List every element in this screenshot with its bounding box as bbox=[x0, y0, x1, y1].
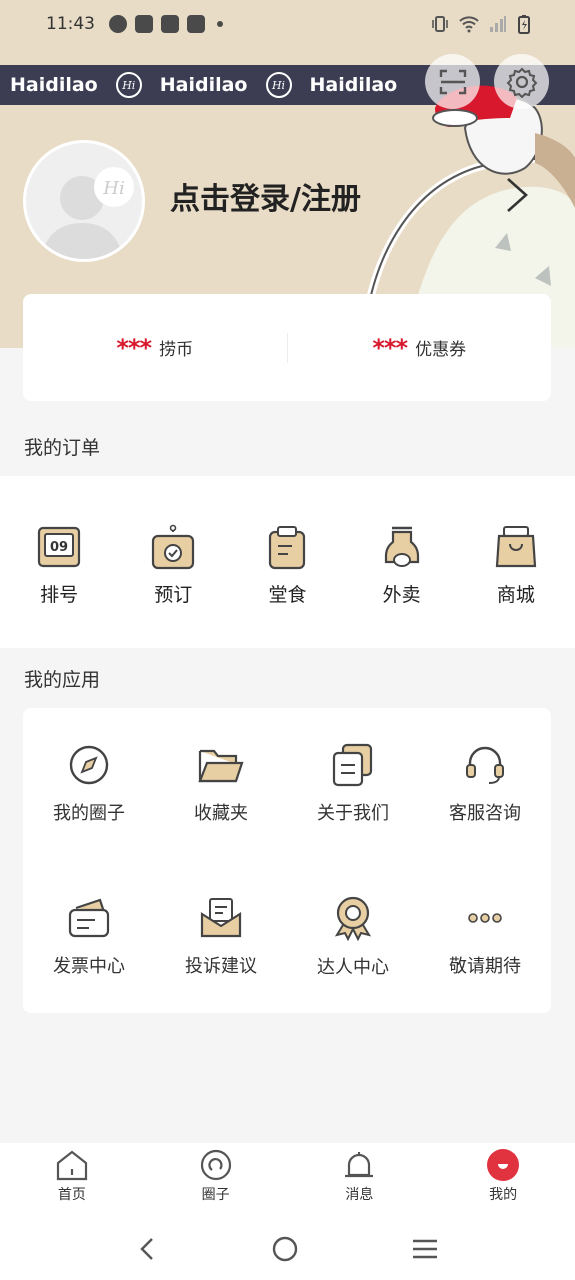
order-label: 外卖 bbox=[382, 584, 421, 606]
app-my-circle[interactable]: 我的圈子 bbox=[23, 708, 155, 861]
coins-item[interactable]: *** 捞币 bbox=[23, 334, 287, 362]
shopping-notification-icon bbox=[187, 15, 205, 33]
bell-icon bbox=[345, 1152, 374, 1178]
app-about-us[interactable]: 关于我们 bbox=[287, 708, 419, 861]
status-bar: 11:43 bbox=[0, 0, 575, 48]
coins-value: *** bbox=[116, 333, 152, 362]
app-label: 敬请期待 bbox=[449, 955, 521, 977]
wifi-icon bbox=[459, 16, 479, 33]
folder-icon bbox=[198, 750, 244, 783]
order-queue[interactable]: 09 排号 bbox=[9, 476, 109, 648]
shopping-notification-icon bbox=[161, 15, 179, 33]
app-label: 客服咨询 bbox=[449, 803, 521, 825]
circle-icon bbox=[200, 1149, 231, 1181]
vibrate-icon bbox=[432, 16, 448, 32]
app-label: 关于我们 bbox=[317, 803, 389, 825]
delivery-scooter-icon bbox=[384, 526, 419, 567]
status-time: 11:43 bbox=[46, 14, 95, 34]
coins-label: 捞币 bbox=[159, 340, 194, 360]
award-icon bbox=[334, 896, 372, 941]
app-favorites[interactable]: 收藏夹 bbox=[155, 708, 287, 861]
profile-icon bbox=[487, 1149, 520, 1181]
shopping-bag-icon bbox=[495, 526, 537, 568]
more-notifications-icon bbox=[217, 21, 223, 27]
nav-messages[interactable]: 消息 bbox=[309, 1143, 409, 1218]
app-label: 投诉建议 bbox=[185, 955, 257, 977]
order-label: 排号 bbox=[40, 584, 79, 606]
home-circle-icon[interactable] bbox=[271, 1235, 299, 1263]
login-register-link[interactable]: 点击登录/注册 bbox=[170, 174, 361, 218]
nav-label: 首页 bbox=[57, 1187, 86, 1203]
bottom-nav: 首页 圈子 消息 我的 bbox=[0, 1143, 575, 1218]
scan-icon bbox=[439, 69, 466, 94]
app-label: 收藏夹 bbox=[194, 803, 248, 825]
order-reserve[interactable]: 预订 bbox=[123, 476, 223, 648]
nav-home[interactable]: 首页 bbox=[22, 1143, 122, 1218]
system-status-icons bbox=[431, 14, 531, 34]
svg-text:Hi: Hi bbox=[102, 178, 124, 199]
nav-label: 我的 bbox=[489, 1187, 518, 1203]
points-card: *** 捞币 *** 优惠券 bbox=[23, 294, 551, 401]
system-navigation-bar bbox=[0, 1218, 575, 1280]
home-icon bbox=[56, 1150, 87, 1181]
orders-section-title: 我的订单 bbox=[24, 437, 101, 459]
brand-name: Haidilao bbox=[10, 74, 98, 96]
order-label: 堂食 bbox=[268, 584, 307, 606]
app-coming-soon[interactable]: 敬请期待 bbox=[419, 861, 551, 1014]
order-label: 预订 bbox=[154, 584, 193, 606]
back-icon[interactable] bbox=[136, 1236, 160, 1262]
mail-icon bbox=[200, 897, 242, 937]
recents-icon[interactable] bbox=[411, 1237, 439, 1261]
apps-grid: 我的圈子 收藏夹 关于我们 客服咨询 发票中心 投诉建议 达人中心 敬请期待 bbox=[23, 708, 551, 1013]
order-delivery[interactable]: 外卖 bbox=[352, 476, 452, 648]
compass-icon bbox=[69, 746, 109, 785]
app-label: 发票中心 bbox=[53, 955, 125, 977]
default-avatar-icon: Hi bbox=[40, 167, 134, 259]
nav-label: 消息 bbox=[345, 1187, 374, 1203]
coupons-value: *** bbox=[372, 333, 408, 362]
invoice-icon bbox=[68, 898, 110, 937]
app-invoice-center[interactable]: 发票中心 bbox=[23, 861, 155, 1014]
app-complaints[interactable]: 投诉建议 bbox=[155, 861, 287, 1014]
gear-icon bbox=[506, 67, 537, 98]
queue-number-icon: 09 bbox=[37, 526, 81, 568]
signal-icon bbox=[490, 16, 506, 32]
order-dine-in[interactable]: 堂食 bbox=[237, 476, 337, 648]
more-icon bbox=[468, 912, 502, 923]
brand-name: Haidilao bbox=[159, 74, 248, 96]
apps-section-title: 我的应用 bbox=[24, 669, 101, 691]
dine-in-icon bbox=[269, 526, 306, 570]
coupons-label: 优惠券 bbox=[415, 340, 467, 360]
coupons-item[interactable]: *** 优惠券 bbox=[288, 334, 552, 362]
notification-app-icon bbox=[109, 15, 127, 33]
nav-profile[interactable]: 我的 bbox=[453, 1143, 553, 1218]
avatar[interactable]: Hi bbox=[23, 140, 145, 262]
notification-icons bbox=[109, 15, 223, 33]
nav-label: 圈子 bbox=[201, 1187, 230, 1203]
app-label: 达人中心 bbox=[317, 956, 389, 978]
document-icon bbox=[332, 744, 373, 787]
scan-button[interactable] bbox=[425, 54, 480, 109]
shopping-notification-icon bbox=[135, 15, 153, 33]
svg-text:09: 09 bbox=[50, 540, 68, 555]
brand-logo: Hi bbox=[115, 72, 142, 98]
settings-button[interactable] bbox=[494, 54, 549, 109]
orders-grid: 09 排号 预订 堂食 外卖 商城 bbox=[0, 476, 575, 648]
order-mall[interactable]: 商城 bbox=[466, 476, 566, 648]
battery-icon bbox=[518, 15, 530, 34]
order-label: 商城 bbox=[496, 584, 535, 606]
reservation-icon bbox=[152, 524, 195, 570]
headset-icon bbox=[466, 747, 504, 785]
app-customer-service[interactable]: 客服咨询 bbox=[419, 708, 551, 861]
app-label: 我的圈子 bbox=[53, 803, 125, 825]
app-expert-center[interactable]: 达人中心 bbox=[287, 861, 419, 1014]
nav-circle[interactable]: 圈子 bbox=[166, 1143, 266, 1218]
chevron-right-icon[interactable] bbox=[504, 176, 530, 214]
